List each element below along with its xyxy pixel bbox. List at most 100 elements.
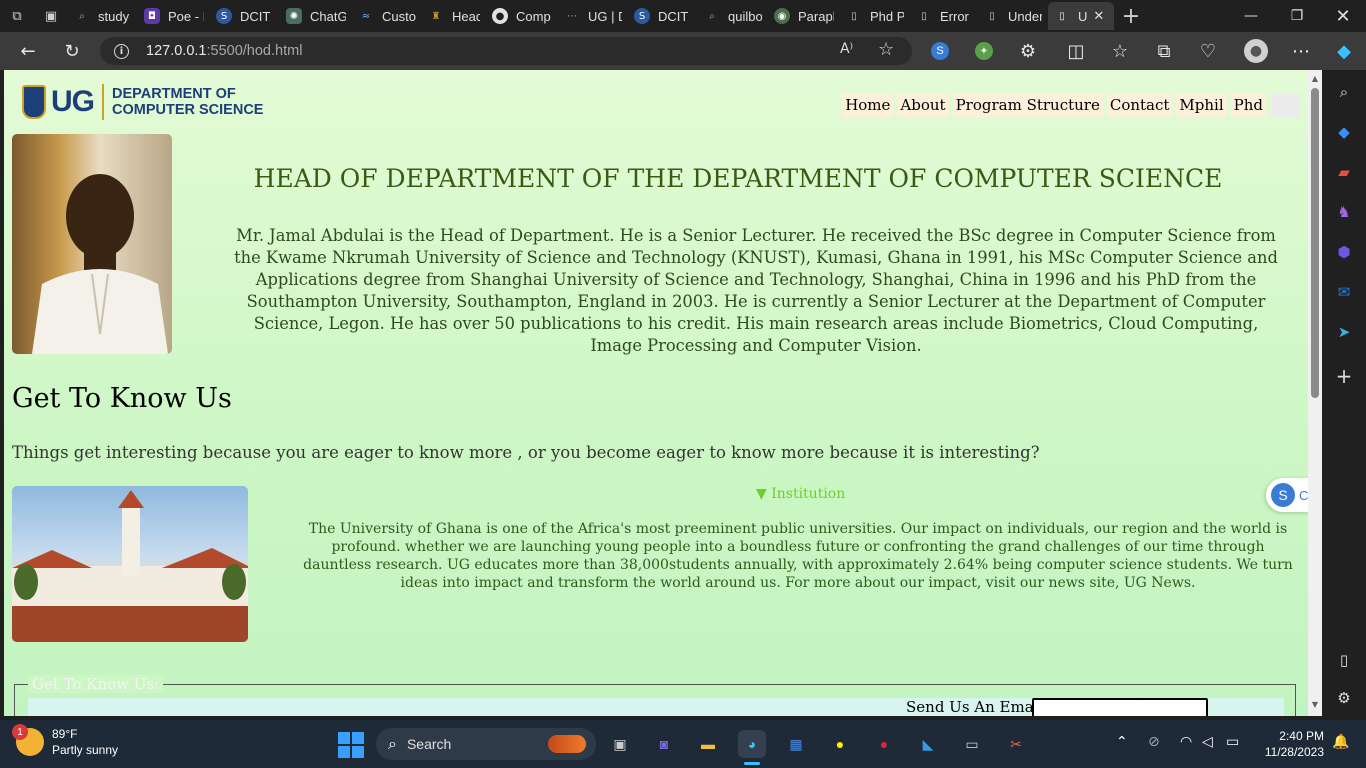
hide-sidebar-icon[interactable]: ▯ [1332, 648, 1356, 672]
contact-fieldset-legend: Get To Know Us: [28, 675, 164, 693]
profile-avatar-icon[interactable]: ● [1238, 35, 1274, 67]
new-tab-icon[interactable]: + [1114, 0, 1148, 32]
browser-essentials-icon[interactable]: ♡ [1190, 35, 1226, 67]
scroll-down-arrow-icon[interactable]: ▼ [1310, 700, 1320, 709]
microsoft-365-icon[interactable]: ⬢ [1332, 240, 1356, 264]
minimize-icon[interactable]: — [1228, 0, 1274, 32]
search-highlight-icon [548, 735, 586, 753]
vscode-icon[interactable]: ◣ [914, 730, 942, 758]
logo-divider [102, 84, 104, 120]
notification-bell-icon[interactable]: 🔔 [1332, 734, 1349, 750]
browser-sidebar: ⌕ ◆ ▰ ♞ ⬢ ✉ ➤ + ▯ ⚙ [1322, 70, 1366, 716]
page-icon: ▯ [921, 10, 927, 22]
snapchat-icon[interactable]: ● [826, 730, 854, 758]
s-extension-icon[interactable]: S [922, 35, 958, 67]
tab-ug-d[interactable]: ⋯ UG | D [558, 2, 628, 30]
read-aloud-icon[interactable]: A⁾ [840, 41, 853, 57]
shopping-tag-icon[interactable]: ◆ [1332, 120, 1356, 144]
nav-program-structure[interactable]: Program Structure [952, 93, 1103, 117]
tab-label: DCIT 2 [240, 8, 274, 24]
favorites-icon[interactable]: ☆ [1102, 35, 1138, 67]
tab-paraphrase[interactable]: ◉ Paraph [768, 2, 840, 30]
nav-about[interactable]: About [897, 93, 949, 117]
tab-active[interactable]: ▯ U ✕ [1048, 2, 1114, 30]
terminal-icon[interactable]: ▭ [958, 730, 986, 758]
snipping-tool-icon[interactable]: ✂ [1002, 730, 1030, 758]
send-icon[interactable]: ➤ [1332, 320, 1356, 344]
tab-custom[interactable]: ≈ Custor [352, 2, 422, 30]
vertical-tabs-icon[interactable]: ▣ [34, 0, 68, 32]
scroll-thumb[interactable] [1311, 88, 1319, 398]
close-tab-icon[interactable]: ✕ [1093, 9, 1104, 24]
search-icon[interactable]: ⌕ [1332, 80, 1356, 104]
nav-contact[interactable]: Contact [1106, 93, 1173, 117]
tab-dcit-1[interactable]: S DCIT 2 [210, 2, 280, 30]
sidebar-settings-gear-icon[interactable]: ⚙ [1332, 686, 1356, 710]
address-bar[interactable]: i 127.0.0.1:5500/hod.html A⁾ ☆ [100, 37, 912, 65]
institution-summary-toggle[interactable]: ▼ Institution [756, 486, 845, 502]
games-icon[interactable]: ♞ [1332, 200, 1356, 224]
paraphrase-icon: ◉ [774, 8, 790, 24]
poe-icon: ◘ [144, 8, 160, 24]
tab-study[interactable]: ⌕ study [68, 2, 138, 30]
page-scrollbar[interactable]: ▲ ▼ [1308, 70, 1322, 716]
nav-mphil[interactable]: Mphil [1176, 93, 1227, 117]
system-clock[interactable]: 2:40 PM 11/28/2023 [1258, 728, 1324, 760]
tab-dcit-2[interactable]: S DCIT 2 [628, 2, 698, 30]
clock-time: 2:40 PM [1279, 729, 1324, 743]
tab-chatgpt[interactable]: ✺ ChatG [280, 2, 352, 30]
teams-chat-icon[interactable]: ◙ [650, 730, 678, 758]
info-icon[interactable]: i [114, 43, 129, 59]
back-arrow-icon[interactable]: ← [10, 35, 46, 67]
weather-notification-badge: 1 [12, 724, 28, 740]
task-view-icon[interactable]: ▣ [606, 730, 634, 758]
s-extension-badge: S [1271, 483, 1295, 507]
clock-date: 11/28/2023 [1264, 745, 1324, 759]
tab-quilbo[interactable]: ⌕ quilbo [698, 2, 768, 30]
nav-home[interactable]: Home [842, 93, 894, 117]
restore-icon[interactable]: ❐ [1274, 0, 1320, 32]
url-text[interactable]: 127.0.0.1:5500/hod.html [146, 43, 302, 59]
close-window-icon[interactable]: ✕ [1320, 0, 1366, 32]
tab-label: U [1078, 8, 1088, 24]
ug-logo[interactable]: UG DEPARTMENT OF COMPUTER SCIENCE [22, 84, 263, 120]
scroll-up-arrow-icon[interactable]: ▲ [1310, 74, 1320, 83]
email-input[interactable] [1032, 698, 1208, 716]
favorite-star-icon[interactable]: ☆ [878, 39, 894, 60]
tools-briefcase-icon[interactable]: ▰ [1332, 160, 1356, 184]
microsoft-store-icon[interactable]: ▦ [782, 730, 810, 758]
tab-head[interactable]: ♜ Head [422, 2, 486, 30]
windows-start-icon[interactable] [338, 732, 364, 758]
floating-extension-button[interactable]: S C [1266, 478, 1308, 512]
wifi-icon[interactable]: ◠ [1180, 734, 1192, 750]
outlook-icon[interactable]: ✉ [1332, 280, 1356, 304]
hod-biography: Mr. Jamal Abdulai is the Head of Departm… [234, 226, 1278, 355]
file-explorer-icon[interactable]: ▬ [694, 730, 722, 758]
volume-icon[interactable]: ◁ [1202, 734, 1213, 750]
workspaces-icon[interactable]: ⧉ [0, 0, 34, 32]
more-menu-icon[interactable]: ⋯ [1283, 35, 1319, 67]
refresh-icon[interactable]: ↻ [54, 35, 90, 67]
pinterest-icon[interactable]: ● [870, 730, 898, 758]
battery-icon[interactable]: ▭ [1226, 734, 1239, 750]
edge-browser-icon[interactable]: ◕ [738, 730, 766, 758]
copilot-icon[interactable]: ◆ [1326, 35, 1362, 67]
tab-error[interactable]: ▯ Error [910, 2, 978, 30]
url-host: 127.0.0.1 [146, 43, 207, 59]
weather-widget[interactable]: 1 89°F Partly sunny [12, 724, 118, 758]
tab-under[interactable]: ▯ Under [978, 2, 1048, 30]
network-off-icon[interactable]: ⊘ [1148, 734, 1160, 750]
nav-phd[interactable]: Phd [1230, 93, 1266, 117]
collections-icon[interactable]: ⧉ [1146, 35, 1182, 67]
extensions-puzzle-icon[interactable]: ⚙ [1010, 35, 1046, 67]
tab-github[interactable]: ● Comp [486, 2, 558, 30]
taskbar-search[interactable]: ⌕ Search [376, 728, 596, 760]
add-sidebar-app-icon[interactable]: + [1332, 364, 1356, 388]
tab-poe[interactable]: ◘ Poe - I [138, 2, 210, 30]
s-icon: S [216, 8, 232, 24]
split-screen-icon[interactable]: ◫ [1058, 35, 1094, 67]
chatgpt-extension-icon[interactable]: ✦ [966, 35, 1002, 67]
show-hidden-icons-chevron-icon[interactable]: ⌃ [1116, 734, 1128, 750]
nav-empty-item[interactable] [1272, 93, 1300, 117]
tab-phd[interactable]: ▯ Phd P [840, 2, 910, 30]
